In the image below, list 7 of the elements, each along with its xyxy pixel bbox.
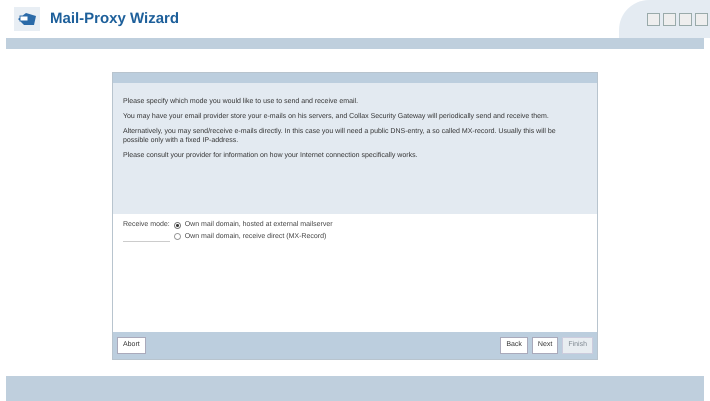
toolbar-button[interactable] [695, 12, 708, 26]
radio-button[interactable] [174, 233, 181, 240]
toolbar-button[interactable] [647, 12, 660, 26]
wizard-title: Mail-Proxy Wizard [50, 8, 180, 29]
toolbar-button[interactable] [663, 12, 676, 26]
radio-button[interactable] [174, 222, 181, 229]
toolbar-button[interactable] [679, 12, 692, 26]
